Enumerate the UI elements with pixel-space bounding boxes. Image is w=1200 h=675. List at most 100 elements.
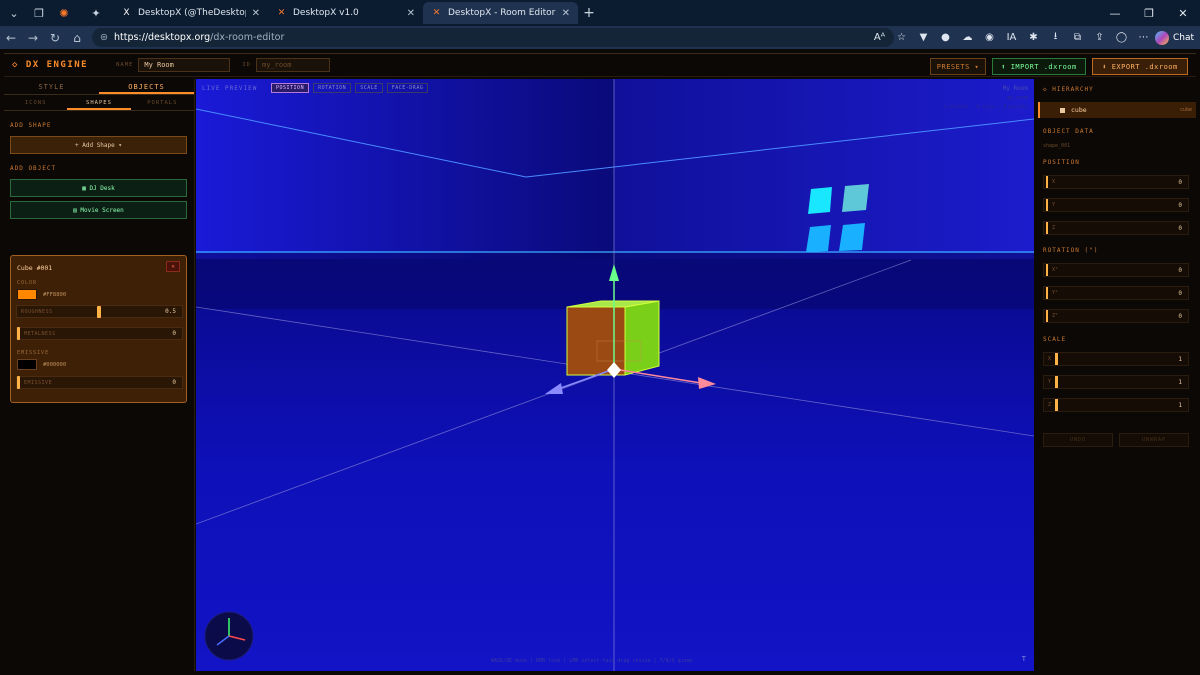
extension-ia-icon[interactable]: IA <box>1002 32 1021 43</box>
field-handle[interactable] <box>1046 176 1048 188</box>
copilot-icon <box>1154 30 1169 45</box>
live-preview-label: LIVE PREVIEW <box>202 85 258 92</box>
emissive-swatch[interactable] <box>17 359 37 370</box>
tab-room-editor[interactable]: ✕ DesktopX - Room Editor ✕ <box>423 2 578 24</box>
downloads-icon[interactable]: ⭳ <box>1046 29 1065 46</box>
field-handle[interactable] <box>1046 310 1048 322</box>
minimize-icon[interactable]: — <box>1098 7 1132 20</box>
subtab-icons[interactable]: ICONS <box>4 95 67 110</box>
close-icon[interactable]: ✕ <box>562 8 570 19</box>
restore-icon[interactable]: ❐ <box>1132 7 1166 20</box>
field-label: X° <box>1052 267 1059 273</box>
roughness-thumb[interactable] <box>97 306 101 318</box>
position-z-field[interactable]: Z0 <box>1043 221 1189 235</box>
mode-position-button[interactable]: POSITION <box>271 83 310 93</box>
extension-v-icon[interactable]: ▼ <box>914 32 933 43</box>
forward-icon[interactable]: → <box>22 31 44 45</box>
tab-objects[interactable]: OBJECTS <box>99 79 194 94</box>
dj-desk-button[interactable]: ▦ DJ Desk <box>10 179 187 197</box>
unwrap-button[interactable]: UNWRAP <box>1119 433 1189 447</box>
mode-face-drag-button[interactable]: FACE-DRAG <box>386 83 429 93</box>
emissive-thumb[interactable] <box>17 376 20 389</box>
back-icon[interactable]: ← <box>0 31 22 45</box>
slider-thumb[interactable] <box>1055 353 1059 365</box>
import-button[interactable]: ⬆ IMPORT .dxroom <box>992 58 1086 75</box>
tab-title: DesktopX (@TheDesktopX) / X <box>138 8 246 18</box>
subtab-shapes[interactable]: SHAPES <box>67 95 131 110</box>
pinned-copilot-icon[interactable]: ✦ <box>85 2 107 24</box>
movie-screen-button[interactable]: ▤ Movie Screen <box>10 201 187 219</box>
mode-rotation-button[interactable]: ROTATION <box>313 83 352 93</box>
close-window-icon[interactable]: ✕ <box>1166 7 1200 20</box>
field-handle[interactable] <box>1046 287 1048 299</box>
field-label: Y <box>1052 202 1056 208</box>
workspaces-icon[interactable]: ❐ <box>28 2 50 24</box>
favorite-star-icon[interactable]: ☆ <box>892 32 911 43</box>
mode-scale-button[interactable]: SCALE <box>355 83 383 93</box>
tab-desktopx-x[interactable]: X DesktopX (@TheDesktopX) / X ✕ <box>113 2 268 24</box>
controls-hint: WASD/QE move | RMB look | LMB select·fac… <box>491 658 693 664</box>
rotation-z-field[interactable]: Z° 0 <box>1043 309 1189 323</box>
color-swatch[interactable] <box>17 289 37 300</box>
field-value: 1 <box>1178 401 1182 409</box>
hierarchy-item-cube[interactable]: cube cube <box>1038 102 1196 118</box>
address-field[interactable]: ⊜ https://desktopx.org/dx-room-editor <box>92 28 894 47</box>
site-info-icon[interactable]: ⊜ <box>100 32 108 43</box>
copilot-chat-button[interactable]: Chat <box>1154 29 1194 46</box>
roughness-slider[interactable]: ROUGHNESS 0.5 <box>16 305 183 318</box>
slider-thumb[interactable] <box>1055 376 1059 388</box>
orientation-gizmo-icon[interactable] <box>204 611 254 661</box>
tab-style[interactable]: STYLE <box>4 79 99 94</box>
room-name-input[interactable]: My Room <box>138 58 231 72</box>
roughness-value: 0.5 <box>165 308 176 315</box>
field-label: Y <box>1048 379 1052 385</box>
emissive-slider[interactable]: EMISSIVE 0 <box>16 376 183 389</box>
extension-cloud-icon[interactable]: ☁ <box>958 32 977 43</box>
room-id-input[interactable]: my_room <box>255 58 330 72</box>
collections-icon[interactable]: ⧉ <box>1068 32 1087 43</box>
field-handle[interactable] <box>1046 222 1048 234</box>
live-preview-viewport[interactable]: LIVE PREVIEW POSITION ROTATION SCALE FAC… <box>196 79 1034 671</box>
hierarchy-title: ◇ HIERARCHY <box>1043 86 1094 93</box>
more-menu-icon[interactable]: ⋯ <box>1134 32 1153 43</box>
position-x-field[interactable]: X0 <box>1043 175 1189 189</box>
presets-button[interactable]: PRESETS ▾ <box>930 58 986 75</box>
rotation-x-field[interactable]: X° 0 <box>1043 263 1189 277</box>
tab-list-icon[interactable]: ⌄ <box>3 2 25 24</box>
field-label: Z <box>1052 225 1056 231</box>
scale-y-slider[interactable]: Y1 <box>1043 375 1189 389</box>
tab-desktopx-v1[interactable]: ✕ DesktopX v1.0 ✕ <box>268 2 423 24</box>
rotation-y-field[interactable]: Y° 0 <box>1043 286 1189 300</box>
close-card-button[interactable]: ✕ <box>166 261 180 272</box>
field-handle[interactable] <box>1046 264 1048 276</box>
scale-x-slider[interactable]: X1 <box>1043 352 1189 366</box>
add-shape-button[interactable]: + Add Shape ▾ <box>10 136 187 154</box>
close-icon[interactable]: ✕ <box>407 8 415 19</box>
home-icon[interactable]: ⌂ <box>66 31 88 45</box>
close-icon[interactable]: ✕ <box>252 8 260 19</box>
scale-z-slider[interactable]: Z1 <box>1043 398 1189 412</box>
metalness-slider[interactable]: METALNESS 0 <box>16 327 183 340</box>
subtab-portals[interactable]: PORTALS <box>131 95 194 110</box>
field-label: Z <box>1048 402 1052 408</box>
undo-button[interactable]: UNDO <box>1043 433 1113 447</box>
extension-circle-icon[interactable]: ◉ <box>980 32 999 43</box>
pinned-tab-icon[interactable]: ✺ <box>53 2 75 24</box>
share-icon[interactable]: ⇪ <box>1090 32 1109 43</box>
window-pane <box>808 187 832 214</box>
position-y-field[interactable]: Y0 <box>1043 198 1189 212</box>
emissive-row-label: EMISSIVE <box>24 379 53 386</box>
chat-label: Chat <box>1172 32 1194 43</box>
field-handle[interactable] <box>1046 199 1048 211</box>
metalness-thumb[interactable] <box>17 327 20 340</box>
extension-chat-icon[interactable]: ● <box>936 32 955 43</box>
export-button[interactable]: ⬇ EXPORT .dxroom <box>1092 58 1188 75</box>
read-aloud-icon[interactable]: Aᴬ <box>870 32 889 43</box>
slider-thumb[interactable] <box>1055 399 1059 411</box>
new-tab-icon[interactable]: + <box>578 5 600 21</box>
extensions-icon[interactable]: ✱ <box>1024 32 1043 43</box>
profile-avatar-icon[interactable]: ◯ <box>1112 32 1131 43</box>
refresh-icon[interactable]: ↻ <box>44 31 66 45</box>
scene-canvas[interactable] <box>196 79 1034 671</box>
emissive-value: 0 <box>172 379 176 386</box>
